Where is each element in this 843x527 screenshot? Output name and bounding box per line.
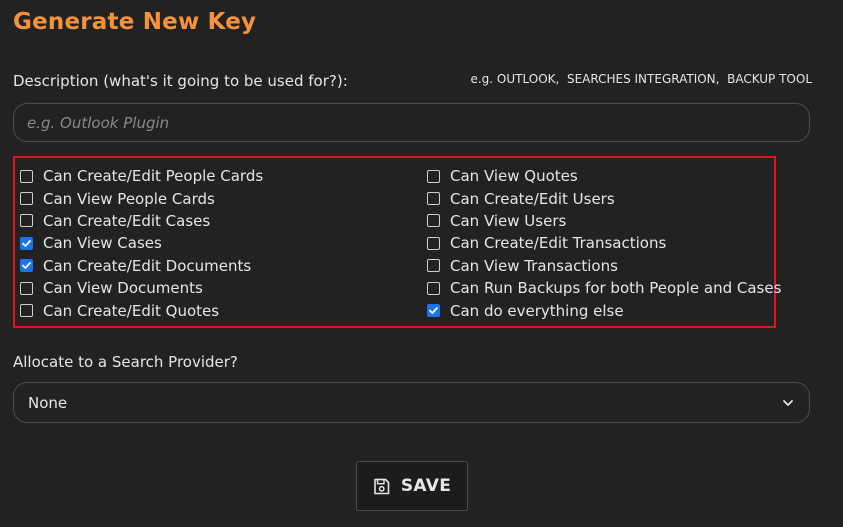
permissions-column-left: Can Create/Edit People Cards Can View Peo… bbox=[20, 165, 263, 322]
permission-item[interactable]: Can Run Backups for both People and Case… bbox=[427, 277, 781, 299]
permission-label: Can View Users bbox=[450, 211, 567, 230]
search-provider-select[interactable]: None bbox=[13, 382, 810, 423]
checkmark-icon bbox=[22, 239, 31, 247]
permission-checkbox[interactable] bbox=[20, 259, 33, 273]
permission-item[interactable]: Can Create/Edit Documents bbox=[20, 255, 263, 277]
permission-item[interactable]: Can Create/Edit Cases bbox=[20, 210, 263, 232]
permission-label: Can View Documents bbox=[43, 279, 203, 298]
permission-item[interactable]: Can View Cases bbox=[20, 232, 263, 254]
examples-hint: e.g. OUTLOOK, SEARCHES INTEGRATION, BACK… bbox=[470, 72, 812, 86]
permission-item[interactable]: Can View Documents bbox=[20, 277, 263, 299]
search-provider-label: Allocate to a Search Provider? bbox=[13, 353, 238, 371]
permission-checkbox[interactable] bbox=[20, 281, 33, 295]
floppy-disk-icon bbox=[374, 478, 390, 494]
permission-label: Can Create/Edit Quotes bbox=[43, 301, 220, 320]
permission-checkbox[interactable] bbox=[20, 214, 33, 228]
permission-label: Can Run Backups for both People and Case… bbox=[450, 279, 782, 298]
permission-checkbox[interactable] bbox=[427, 281, 440, 295]
description-input[interactable] bbox=[13, 103, 810, 142]
permissions-column-right: Can View Quotes Can Create/Edit Users Can … bbox=[427, 165, 781, 322]
permission-label: Can Create/Edit Users bbox=[450, 189, 615, 208]
save-button-label: SAVE bbox=[400, 476, 452, 496]
permission-item[interactable]: Can Create/Edit People Cards bbox=[20, 165, 263, 187]
permission-label: Can View People Cards bbox=[43, 189, 215, 208]
permission-checkbox[interactable] bbox=[20, 236, 33, 250]
permissions-group: Can Create/Edit People Cards Can View Peo… bbox=[13, 156, 781, 328]
permission-checkbox[interactable] bbox=[427, 169, 440, 183]
checkmark-icon bbox=[429, 307, 438, 314]
permission-checkbox[interactable] bbox=[20, 304, 33, 318]
permission-label: Can View Transactions bbox=[450, 256, 618, 275]
permission-label: Can Create/Edit Cases bbox=[43, 211, 211, 230]
permission-label: Can View Quotes bbox=[450, 167, 578, 186]
permission-checkbox[interactable] bbox=[20, 192, 33, 206]
save-button[interactable]: SAVE bbox=[356, 461, 468, 511]
permission-label: Can View Cases bbox=[43, 234, 162, 253]
permission-item[interactable]: Can do everything else bbox=[427, 299, 781, 321]
permission-checkbox[interactable] bbox=[427, 236, 440, 250]
permission-label: Can do everything else bbox=[450, 301, 624, 320]
permission-item[interactable]: Can Create/Edit Transactions bbox=[427, 232, 781, 254]
permission-item[interactable]: Can View Transactions bbox=[427, 255, 781, 277]
permission-label: Can Create/Edit Documents bbox=[43, 256, 252, 275]
generate-key-form: Generate New Key Description (what's it … bbox=[0, 0, 843, 527]
permission-checkbox[interactable] bbox=[427, 192, 440, 206]
permission-checkbox[interactable] bbox=[20, 169, 33, 183]
permission-checkbox[interactable] bbox=[427, 259, 440, 273]
permission-item[interactable]: Can Create/Edit Users bbox=[427, 187, 781, 209]
description-label: Description (what's it going to be used … bbox=[13, 72, 348, 90]
chevron-down-icon bbox=[783, 399, 793, 406]
permission-item[interactable]: Can Create/Edit Quotes bbox=[20, 299, 263, 321]
permission-item[interactable]: Can View People Cards bbox=[20, 187, 263, 209]
search-provider-value: None bbox=[28, 393, 68, 412]
permission-item[interactable]: Can View Quotes bbox=[427, 165, 781, 187]
permission-item[interactable]: Can View Users bbox=[427, 210, 781, 232]
permission-label: Can Create/Edit Transactions bbox=[450, 234, 667, 253]
permission-checkbox[interactable] bbox=[427, 304, 440, 318]
permission-checkbox[interactable] bbox=[427, 214, 440, 228]
checkmark-icon bbox=[22, 262, 31, 270]
permission-label: Can Create/Edit People Cards bbox=[43, 167, 264, 186]
page-title: Generate New Key bbox=[13, 9, 257, 35]
